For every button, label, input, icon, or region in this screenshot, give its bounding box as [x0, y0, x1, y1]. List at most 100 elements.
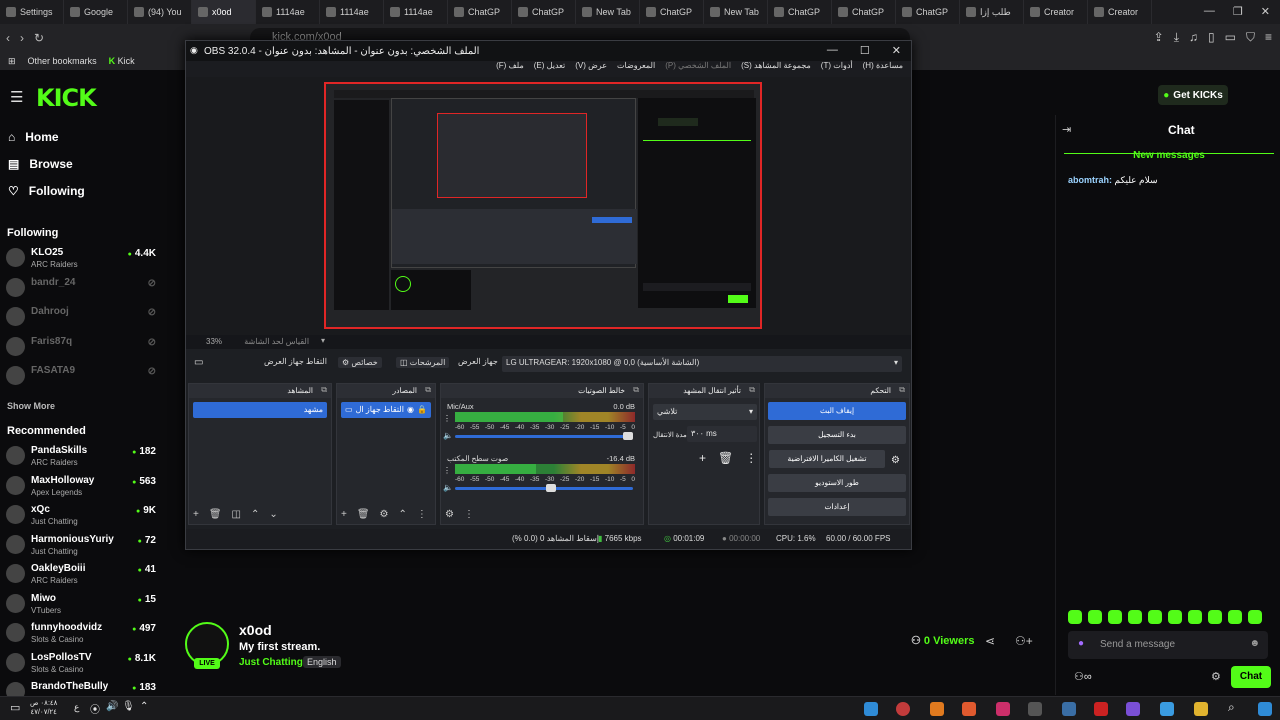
- zoom-dropdown-icon[interactable]: ▾: [321, 336, 325, 345]
- back-icon[interactable]: ‹: [6, 31, 10, 45]
- channel-item[interactable]: xQc Just Chatting 9K: [6, 503, 158, 531]
- trash-icon[interactable]: 🗑: [718, 451, 733, 465]
- browser-tab[interactable]: New Tab: [576, 0, 640, 24]
- channel-item[interactable]: MiwoVTubers 15: [6, 592, 158, 620]
- browser-tab[interactable]: Creator: [1024, 0, 1088, 24]
- send-chat-button[interactable]: Chat: [1231, 666, 1271, 688]
- channel-item[interactable]: Dahrooj ⊘: [6, 305, 158, 333]
- channel-item[interactable]: KLO25 ARC Raiders 4.4K: [6, 246, 158, 274]
- music-icon[interactable]: ♫: [1189, 30, 1198, 45]
- brave-icon[interactable]: [962, 702, 976, 716]
- volume-fader[interactable]: [455, 435, 633, 438]
- microphone-icon[interactable]: ●: [1078, 638, 1084, 649]
- browser-tab[interactable]: 1114ae: [320, 0, 384, 24]
- zoom-level[interactable]: 33%: [206, 337, 222, 346]
- channel-item[interactable]: FASATA9 ⊘: [6, 364, 158, 392]
- share-icon[interactable]: ⋖: [985, 634, 995, 648]
- trash-icon[interactable]: 🗑: [209, 509, 222, 520]
- trash-icon[interactable]: 🗑: [357, 509, 370, 520]
- language-badge[interactable]: English: [303, 656, 341, 668]
- forward-icon[interactable]: ›: [20, 31, 24, 45]
- collapse-chat-icon[interactable]: ⇥: [1062, 123, 1071, 136]
- browser-tab[interactable]: ChatGP: [832, 0, 896, 24]
- obs-taskbar-icon[interactable]: [896, 702, 910, 716]
- source-item[interactable]: ▭ التقاط جهاز ال ◉ 🔒: [341, 402, 431, 418]
- speaker-icon[interactable]: 🔈: [443, 483, 453, 492]
- close-window-button[interactable]: ✕: [1261, 5, 1270, 18]
- clock[interactable]: ٠٨:٤٨ ص ٤٧/٠٧/٢٤: [30, 699, 57, 717]
- emote-icon[interactable]: [1088, 610, 1102, 624]
- channel-item[interactable]: bandr_24 ⊘: [6, 276, 158, 304]
- chat-input[interactable]: ● Send a message ☻: [1068, 631, 1268, 659]
- bookmark-kick[interactable]: K Kick: [109, 56, 135, 66]
- emote-icon[interactable]: [1128, 610, 1142, 624]
- obs-maximize-button[interactable]: ☐: [860, 44, 870, 57]
- emoji-icon[interactable]: ☻: [1249, 638, 1260, 649]
- more-icon[interactable]: ⋮: [417, 509, 427, 520]
- browser-tab[interactable]: Google: [64, 0, 128, 24]
- stop-streaming-button[interactable]: إيقاف البث: [768, 402, 906, 420]
- channel-item[interactable]: OakleyBoiii ARC Raiders 41: [6, 562, 158, 590]
- display-select[interactable]: LG ULTRAGEAR: 1920x1080 @ 0,0 (الشاشة ال…: [502, 356, 902, 372]
- channel-item[interactable]: LosPollosTVSlots & Casino 8.1K: [6, 651, 158, 679]
- nav-home[interactable]: ⌂ Home: [8, 130, 59, 144]
- app-icon[interactable]: [1028, 702, 1042, 716]
- nav-following[interactable]: ♡ Following: [8, 184, 85, 198]
- search-icon[interactable]: ⌕: [1228, 700, 1235, 715]
- browser-tab[interactable]: ChatGP: [448, 0, 512, 24]
- wallet-icon[interactable]: ▭: [1225, 30, 1236, 45]
- add-icon[interactable]: +: [193, 509, 199, 520]
- gear-icon[interactable]: ⚙: [380, 509, 389, 520]
- obs-menu-item[interactable]: مجموعة المشاهد (S): [741, 61, 811, 77]
- tray-expand-icon[interactable]: ⌃: [140, 701, 148, 712]
- move-up-icon[interactable]: ⌃: [251, 509, 259, 520]
- emote-icon[interactable]: [1208, 610, 1222, 624]
- bookmark-other[interactable]: Other bookmarks: [28, 56, 97, 66]
- more-icon[interactable]: ⋮: [745, 451, 757, 465]
- vpn-icon[interactable]: ⛉: [1246, 30, 1255, 45]
- obs-preview-area[interactable]: [186, 77, 911, 335]
- start-recording-button[interactable]: بدء التسجيل: [768, 426, 906, 444]
- channel-item[interactable]: MaxHollowayApex Legends 563: [6, 474, 158, 502]
- app-icon[interactable]: [930, 702, 944, 716]
- browser-tab[interactable]: New Tab: [704, 0, 768, 24]
- preview-capture-frame[interactable]: [324, 82, 762, 329]
- language-indicator[interactable]: ع: [74, 702, 79, 713]
- store-icon[interactable]: [864, 702, 878, 716]
- browser-tab[interactable]: 1114ae: [256, 0, 320, 24]
- obs-menu-item[interactable]: مساعدة (H): [863, 61, 903, 77]
- browser-tab[interactable]: ChatGP: [768, 0, 832, 24]
- share-icon[interactable]: ⇪: [1154, 30, 1164, 45]
- volume-fader-knob[interactable]: [622, 432, 633, 440]
- filter-icon[interactable]: ◫: [232, 509, 241, 520]
- speaker-icon[interactable]: 🔈: [443, 431, 453, 440]
- filters-button[interactable]: ◫ المرشحات: [396, 357, 450, 368]
- obs-menu-item[interactable]: تعديل (E): [534, 61, 565, 77]
- add-icon[interactable]: +: [699, 451, 706, 465]
- obs-menu-item[interactable]: أدوات (T): [821, 61, 853, 77]
- browser-tab[interactable]: ChatGP: [512, 0, 576, 24]
- sidebar-icon[interactable]: ▯: [1208, 30, 1215, 45]
- start-icon[interactable]: [1258, 702, 1272, 716]
- browser-tab[interactable]: (94) You: [128, 0, 192, 24]
- maximize-button[interactable]: ❐: [1233, 5, 1243, 18]
- duration-input[interactable]: ٣٠٠ ms: [687, 426, 757, 442]
- obs-menu-item[interactable]: المعروضات: [617, 61, 655, 77]
- app-icon[interactable]: [1126, 702, 1140, 716]
- wifi-icon[interactable]: ⦿: [90, 701, 100, 716]
- add-icon[interactable]: +: [341, 509, 347, 520]
- file-explorer-icon[interactable]: [1194, 702, 1208, 716]
- gear-icon[interactable]: ⚙: [445, 509, 454, 520]
- reload-icon[interactable]: ↻: [34, 31, 44, 45]
- app-icon[interactable]: [1094, 702, 1108, 716]
- emote-icon[interactable]: [1068, 610, 1082, 624]
- emote-icon[interactable]: [1108, 610, 1122, 624]
- stream-category[interactable]: Just Chatting: [239, 657, 303, 668]
- obs-menu-item[interactable]: ملف (F): [496, 61, 524, 77]
- scene-item[interactable]: مشهد: [193, 402, 327, 418]
- move-down-icon[interactable]: ⌄: [269, 509, 277, 520]
- app-icon[interactable]: [996, 702, 1010, 716]
- edge-icon[interactable]: [1160, 702, 1174, 716]
- channel-item[interactable]: funnyhoodvidz Slots & Casino 497: [6, 621, 158, 649]
- studio-mode-button[interactable]: طور الاستوديو: [768, 474, 906, 492]
